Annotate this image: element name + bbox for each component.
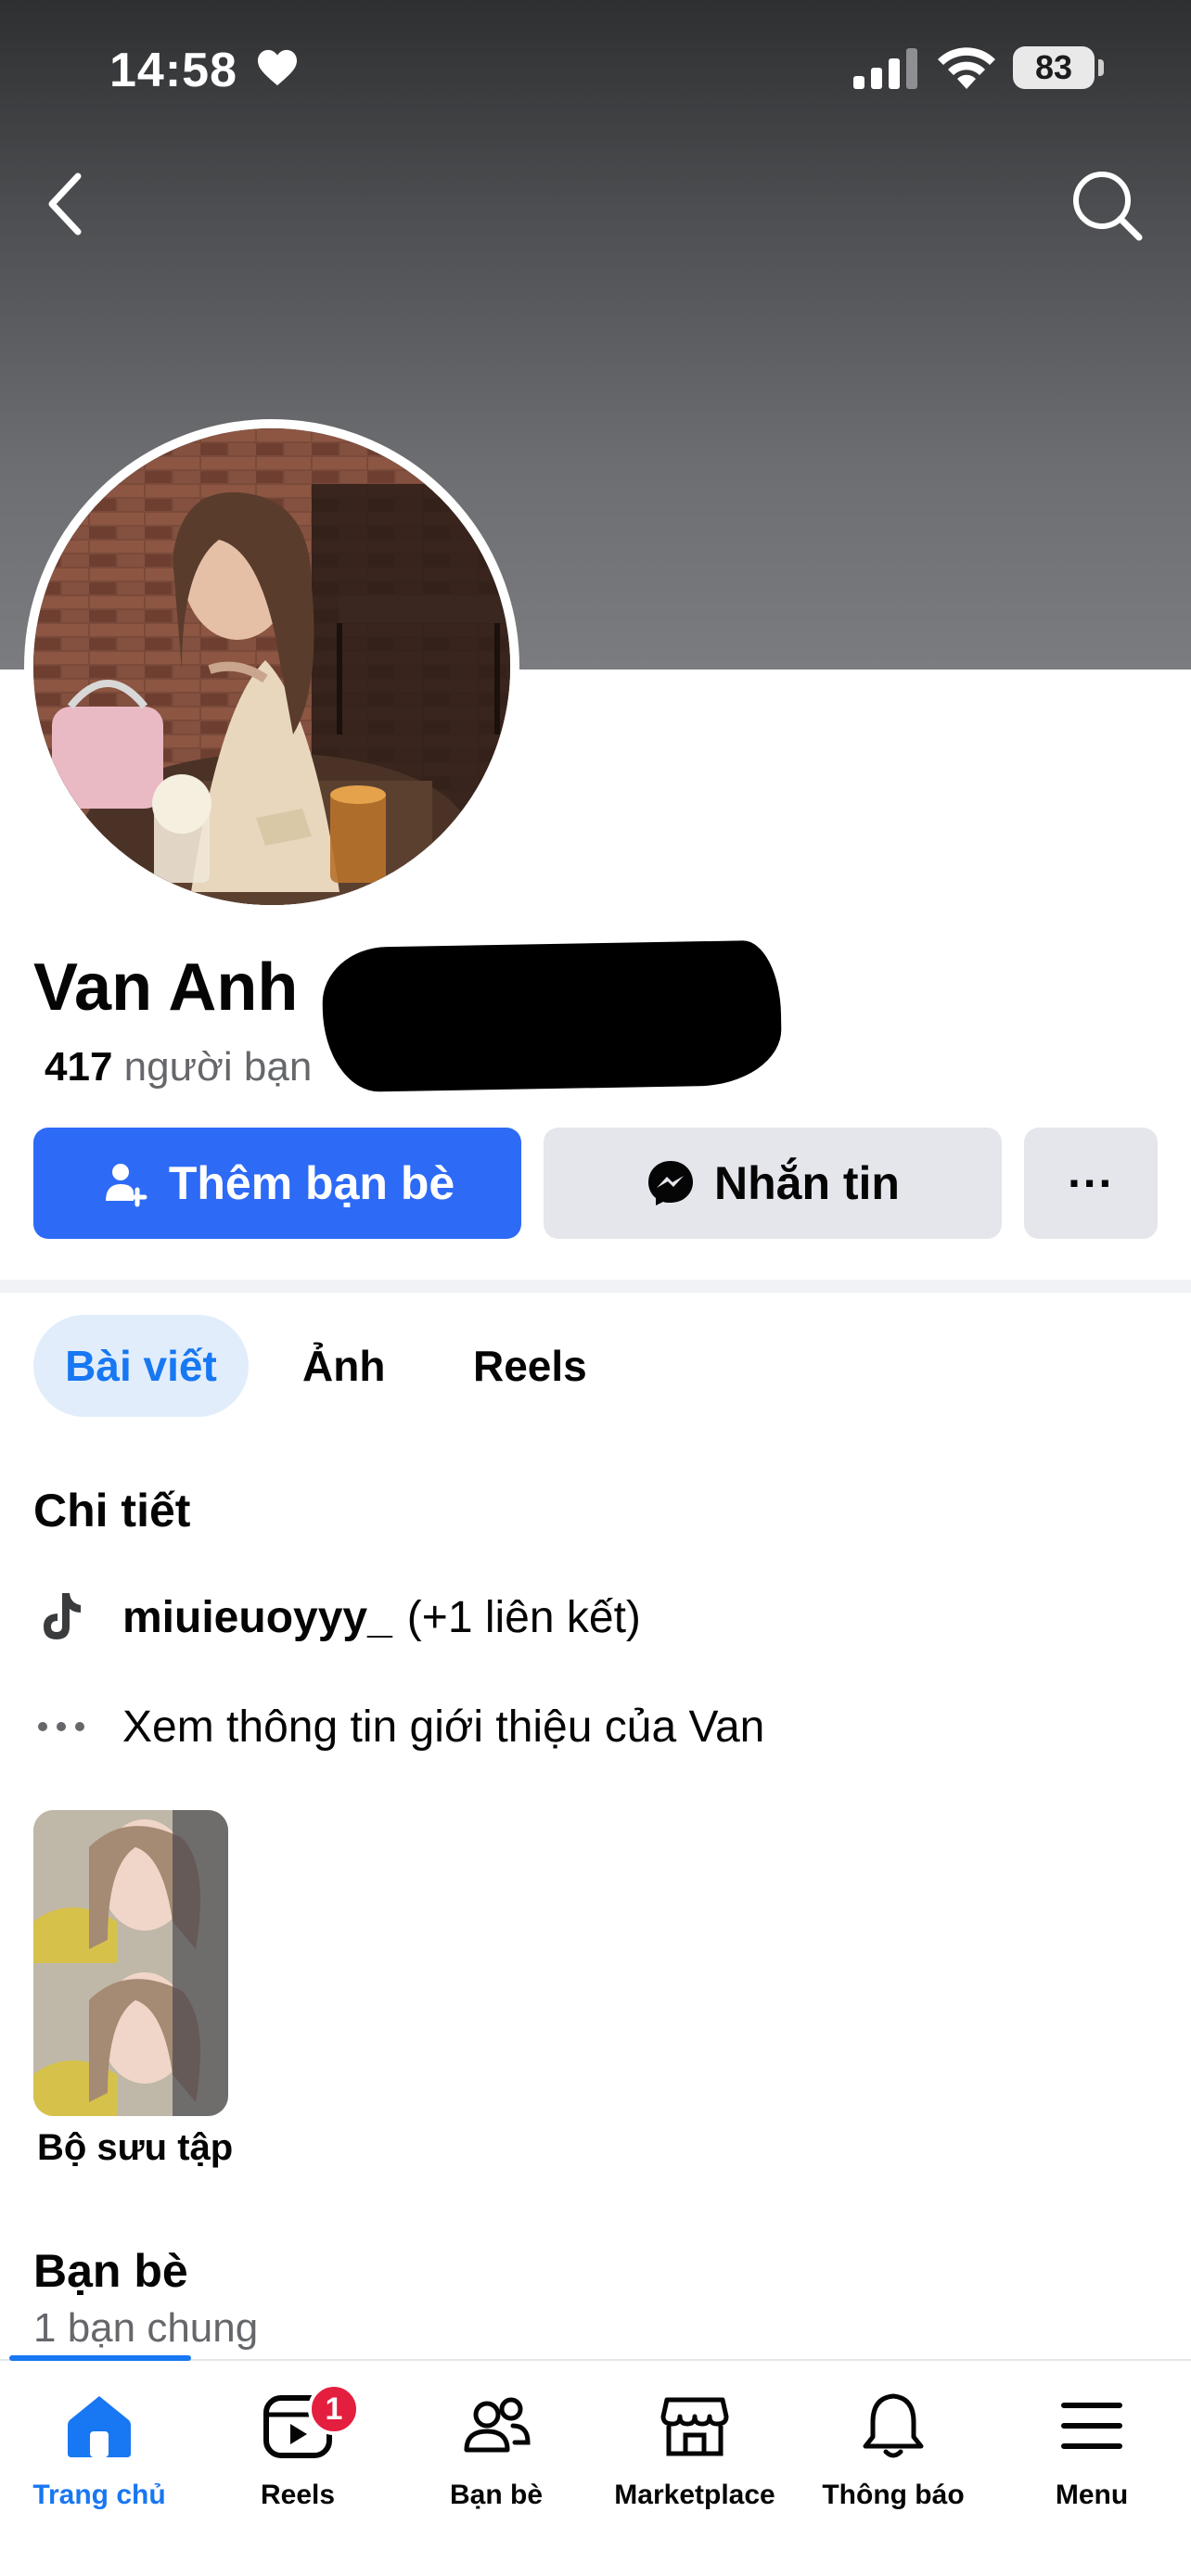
add-friend-icon <box>105 1164 147 1207</box>
battery-tip <box>1098 59 1104 76</box>
menu-icon <box>1061 2403 1122 2449</box>
search-icon[interactable] <box>1067 165 1146 245</box>
marketplace-icon <box>660 2397 729 2456</box>
friends-count: 417 <box>45 1044 113 1090</box>
tab-reels[interactable]: Reels <box>473 1315 587 1417</box>
nav-item-notifications[interactable]: Thông báo <box>794 2389 992 2511</box>
wifi-icon <box>938 47 995 89</box>
profile-page: 14:58 83 Van Anh 417 người bạn Thêm bạn … <box>0 0 1191 2576</box>
nav-label-reels: Reels <box>260 2480 336 2510</box>
status-bar: 14:58 83 <box>0 0 1191 139</box>
collection-label: Bộ sưu tập <box>37 2127 234 2168</box>
tiktok-icon <box>33 1589 89 1645</box>
home-icon <box>68 2396 131 2457</box>
nav-item-reels[interactable]: 1 Reels <box>198 2383 397 2511</box>
reels-badge: 1 <box>308 2383 360 2435</box>
more-options-icon: ··· <box>1068 1157 1114 1209</box>
profile-name: Van Anh <box>33 950 299 1025</box>
friends-count-line[interactable]: 417 người bạn <box>45 1044 312 1090</box>
add-friend-label: Thêm bạn bè <box>168 1157 455 1209</box>
nav-label-menu: Menu <box>1055 2480 1129 2510</box>
profile-avatar[interactable] <box>24 419 519 914</box>
friends-icon <box>464 2397 531 2453</box>
add-friend-button[interactable]: Thêm bạn bè <box>33 1128 521 1239</box>
about-info-label: Xem thông tin giới thiệu của Van <box>122 1702 765 1752</box>
back-chevron-icon[interactable] <box>37 167 96 241</box>
avatar-photo <box>33 428 510 905</box>
section-divider <box>0 1280 1191 1293</box>
nav-item-marketplace[interactable]: Marketplace <box>596 2389 794 2511</box>
friends-label: người bạn <box>123 1044 313 1090</box>
details-heading: Chi tiết <box>33 1485 191 1537</box>
messenger-icon <box>648 1161 693 1205</box>
nav-label-marketplace: Marketplace <box>614 2480 775 2510</box>
ellipsis-icon <box>33 1699 89 1754</box>
mutual-friends-count[interactable]: 1 bạn chung <box>33 2305 258 2352</box>
heart-icon <box>258 49 297 86</box>
nav-item-menu[interactable]: Menu <box>992 2389 1191 2511</box>
battery-level: 83 <box>1013 46 1095 89</box>
nav-item-home[interactable]: Trang chủ <box>0 2389 198 2511</box>
bell-icon <box>863 2393 924 2458</box>
friends-heading: Bạn bè <box>33 2245 188 2297</box>
tab-photos[interactable]: Ảnh <box>302 1315 385 1417</box>
redaction-mark <box>321 939 783 1093</box>
more-options-button[interactable]: ··· <box>1024 1128 1158 1239</box>
collection-photo <box>33 1810 228 2116</box>
bottom-navigation: Trang chủ 1 Reels Bạn bè Marketplace Thô… <box>0 2361 1191 2576</box>
message-label: Nhắn tin <box>714 1157 900 1209</box>
tiktok-extra-links: (+1 liên kết) <box>406 1592 641 1642</box>
nav-label-home: Trang chủ <box>32 2480 166 2510</box>
tab-posts[interactable]: Bài viết <box>33 1315 249 1417</box>
nav-label-friends: Bạn bè <box>449 2480 544 2510</box>
status-time: 14:58 <box>109 44 237 97</box>
featured-collection-thumbnail[interactable] <box>33 1810 228 2116</box>
tiktok-link-row[interactable]: miuieuoyyy_ (+1 liên kết) <box>33 1580 641 1654</box>
nav-label-notifications: Thông báo <box>822 2480 965 2510</box>
message-button[interactable]: Nhắn tin <box>544 1128 1002 1239</box>
tiktok-username: miuieuoyyy_ <box>122 1592 392 1642</box>
about-info-row[interactable]: Xem thông tin giới thiệu của Van <box>33 1690 764 1764</box>
cellular-signal-icon <box>853 48 917 89</box>
nav-item-friends[interactable]: Bạn bè <box>397 2389 596 2511</box>
